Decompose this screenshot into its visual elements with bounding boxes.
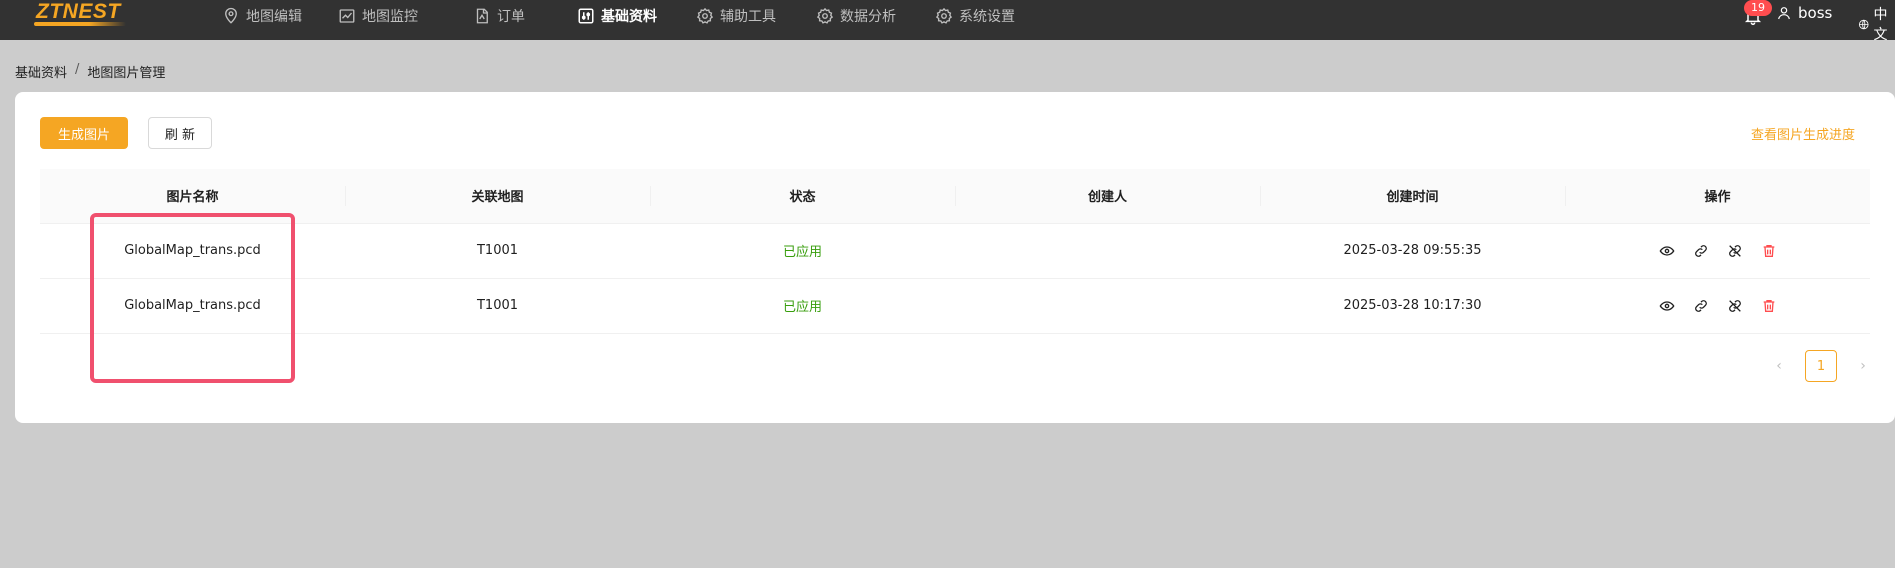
sliders-icon: [578, 8, 594, 24]
column-header-creator: 创建人: [955, 169, 1260, 224]
breadcrumb: 基础资料 / 地图图片管理: [15, 62, 165, 81]
page-number-button[interactable]: 1: [1805, 350, 1837, 382]
cell-status: 已应用: [650, 278, 955, 334]
globe-icon: [1859, 19, 1869, 29]
top-navigation-bar: ZTNEST 地图编辑 地图监控 订单 基础资料 辅助工具 数据分析 系统设置 …: [0, 0, 1895, 43]
column-header-status: 状态: [650, 169, 955, 224]
user-menu[interactable]: boss: [1776, 4, 1832, 22]
user-icon: [1778, 7, 1790, 20]
pagination: ‹ 1 ›: [1767, 350, 1875, 382]
nav-map-monitor[interactable]: 地图监控: [338, 0, 418, 32]
nav-data-analysis[interactable]: 数据分析: [816, 0, 896, 32]
app-logo[interactable]: ZTNEST: [34, 0, 126, 26]
view-progress-link[interactable]: 查看图片生成进度: [1751, 124, 1855, 143]
table-header-row: 图片名称 关联地图 状态 创建人 创建时间 操作: [40, 169, 1870, 224]
cell-actions: [1565, 278, 1870, 334]
column-header-actions: 操作: [1565, 169, 1870, 224]
nav-label: 地图监控: [362, 9, 418, 25]
language-switcher[interactable]: 中文: [1858, 4, 1895, 44]
notification-badge: 19: [1744, 0, 1772, 16]
nav-label: 订单: [497, 9, 525, 25]
nav-system-settings[interactable]: 系统设置: [935, 0, 1015, 32]
document-icon: [476, 8, 488, 24]
gear-icon: [935, 7, 953, 24]
generate-image-button[interactable]: 生成图片: [40, 117, 128, 149]
cell-created-time: 2025-03-28 10:17:30: [1260, 278, 1565, 334]
logo-swoosh: [34, 22, 126, 26]
eye-icon[interactable]: [1659, 243, 1675, 259]
nav-label: 数据分析: [840, 9, 896, 25]
cell-map: T1001: [345, 278, 650, 334]
content-card: 生成图片 刷 新 查看图片生成进度 图片名称 关联地图 状态 创建人 创建时间 …: [15, 92, 1895, 423]
gear-icon: [816, 7, 834, 24]
gear-icon: [696, 7, 714, 24]
nav-orders[interactable]: 订单: [473, 0, 525, 32]
table-row: GlobalMap_trans.pcd T1001 已应用 2025-03-28…: [40, 223, 1870, 279]
breadcrumb-separator: /: [75, 62, 80, 77]
logo-text: ZTNEST: [36, 0, 121, 23]
nav-label: 地图编辑: [246, 9, 302, 25]
link-icon[interactable]: [1693, 243, 1709, 259]
nav-label: 基础资料: [601, 9, 657, 25]
username: boss: [1798, 4, 1833, 22]
breadcrumb-parent[interactable]: 基础资料: [15, 62, 67, 81]
column-header-created-time: 创建时间: [1260, 169, 1565, 224]
cell-created-time: 2025-03-28 09:55:35: [1260, 223, 1565, 279]
nav-map-edit[interactable]: 地图编辑: [222, 0, 302, 32]
link-icon[interactable]: [1693, 298, 1709, 314]
prev-page-button[interactable]: ‹: [1767, 350, 1791, 382]
eye-icon[interactable]: [1659, 298, 1675, 314]
cell-actions: [1565, 223, 1870, 279]
nav-label: 辅助工具: [720, 9, 776, 25]
next-page-button[interactable]: ›: [1851, 350, 1875, 382]
column-header-map: 关联地图: [345, 169, 650, 224]
language-label: 中文: [1873, 7, 1888, 43]
cell-map: T1001: [345, 223, 650, 279]
unlink-icon[interactable]: [1727, 298, 1743, 314]
table-row: GlobalMap_trans.pcd T1001 已应用 2025-03-28…: [40, 278, 1870, 334]
cell-creator: [955, 223, 1260, 279]
delete-icon[interactable]: [1761, 298, 1777, 314]
nav-label: 系统设置: [959, 9, 1015, 25]
unlink-icon[interactable]: [1727, 243, 1743, 259]
nav-aux-tools[interactable]: 辅助工具: [696, 0, 776, 32]
line-chart-icon: [339, 9, 355, 23]
location-pin-icon: [225, 7, 237, 24]
cell-status: 已应用: [650, 223, 955, 279]
image-table: 图片名称 关联地图 状态 创建人 创建时间 操作 GlobalMap_trans…: [40, 169, 1870, 334]
refresh-button[interactable]: 刷 新: [148, 117, 212, 149]
delete-icon[interactable]: [1761, 243, 1777, 259]
highlight-annotation-box: [90, 213, 295, 383]
nav-basic-data[interactable]: 基础资料: [577, 0, 657, 32]
breadcrumb-current: 地图图片管理: [87, 66, 166, 81]
cell-creator: [955, 278, 1260, 334]
